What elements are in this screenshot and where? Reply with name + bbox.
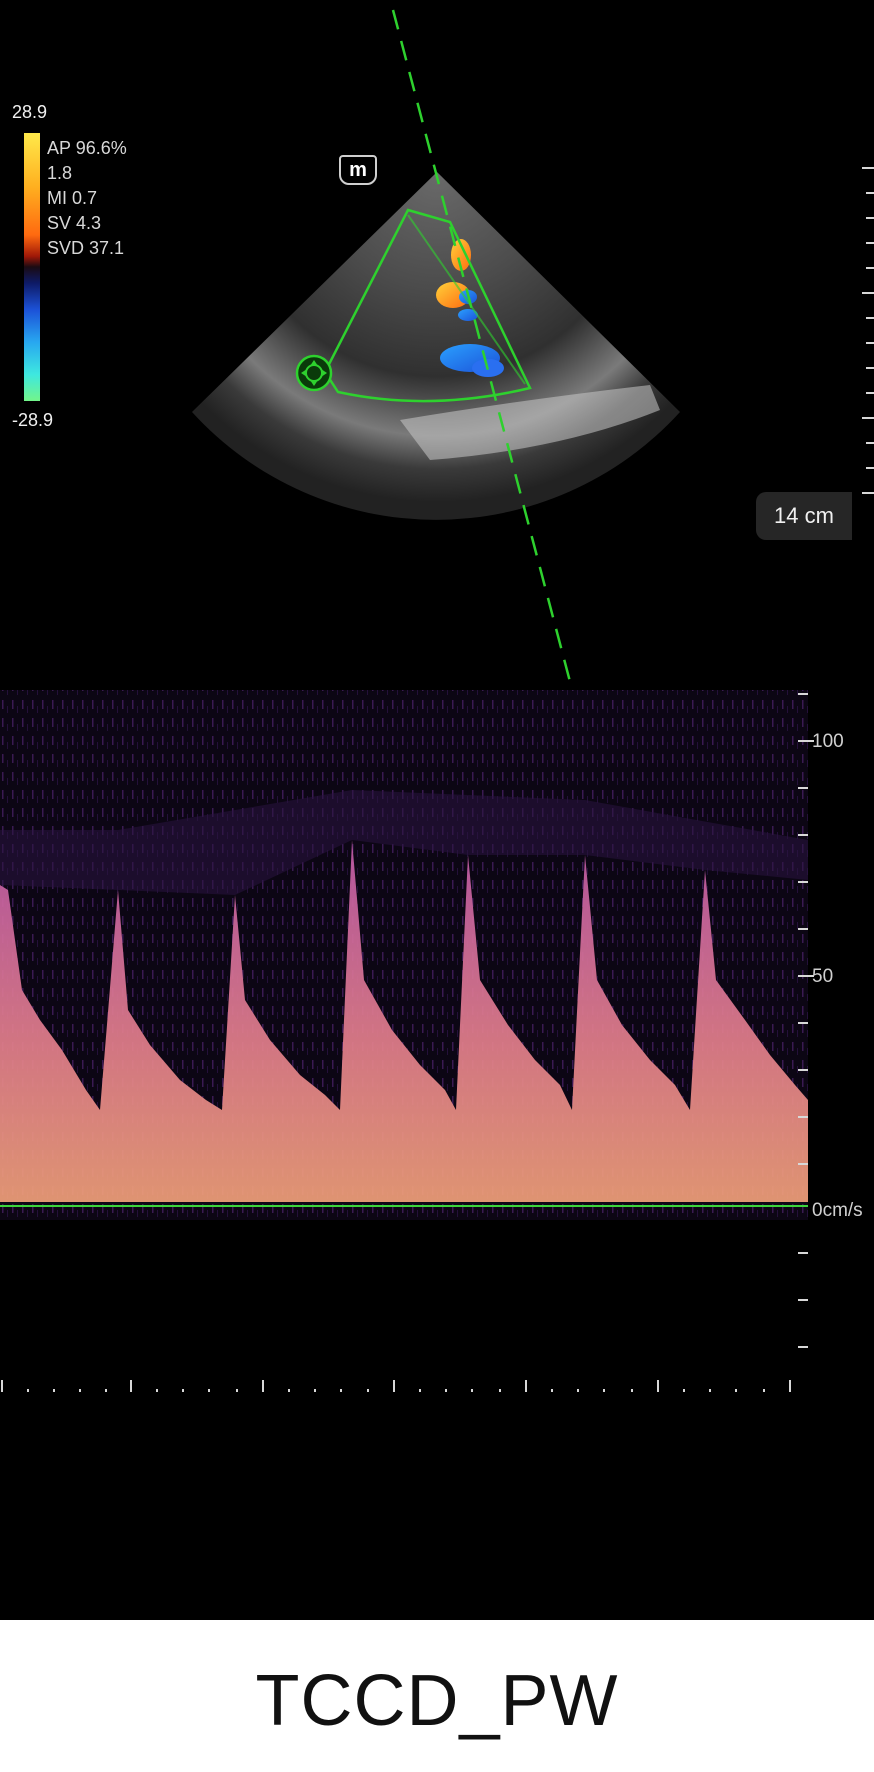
depth-indicator[interactable]: 14 cm: [756, 492, 852, 540]
doppler-spectrum: 100 50 0cm/s: [0, 690, 863, 1392]
sector-fan: [192, 172, 680, 520]
sector-image: [192, 9, 680, 713]
velocity-label-zero: 0cm/s: [812, 1200, 863, 1221]
velocity-label-50: 50: [812, 966, 833, 987]
depth-scale: [862, 167, 874, 494]
time-scale: [1, 1380, 791, 1392]
footer-title: TCCD_PW: [255, 1661, 619, 1741]
move-crosshair-icon[interactable]: [295, 354, 333, 392]
footer-panel: TCCD_PW: [0, 1620, 874, 1772]
velocity-label-100: 100: [812, 731, 844, 752]
